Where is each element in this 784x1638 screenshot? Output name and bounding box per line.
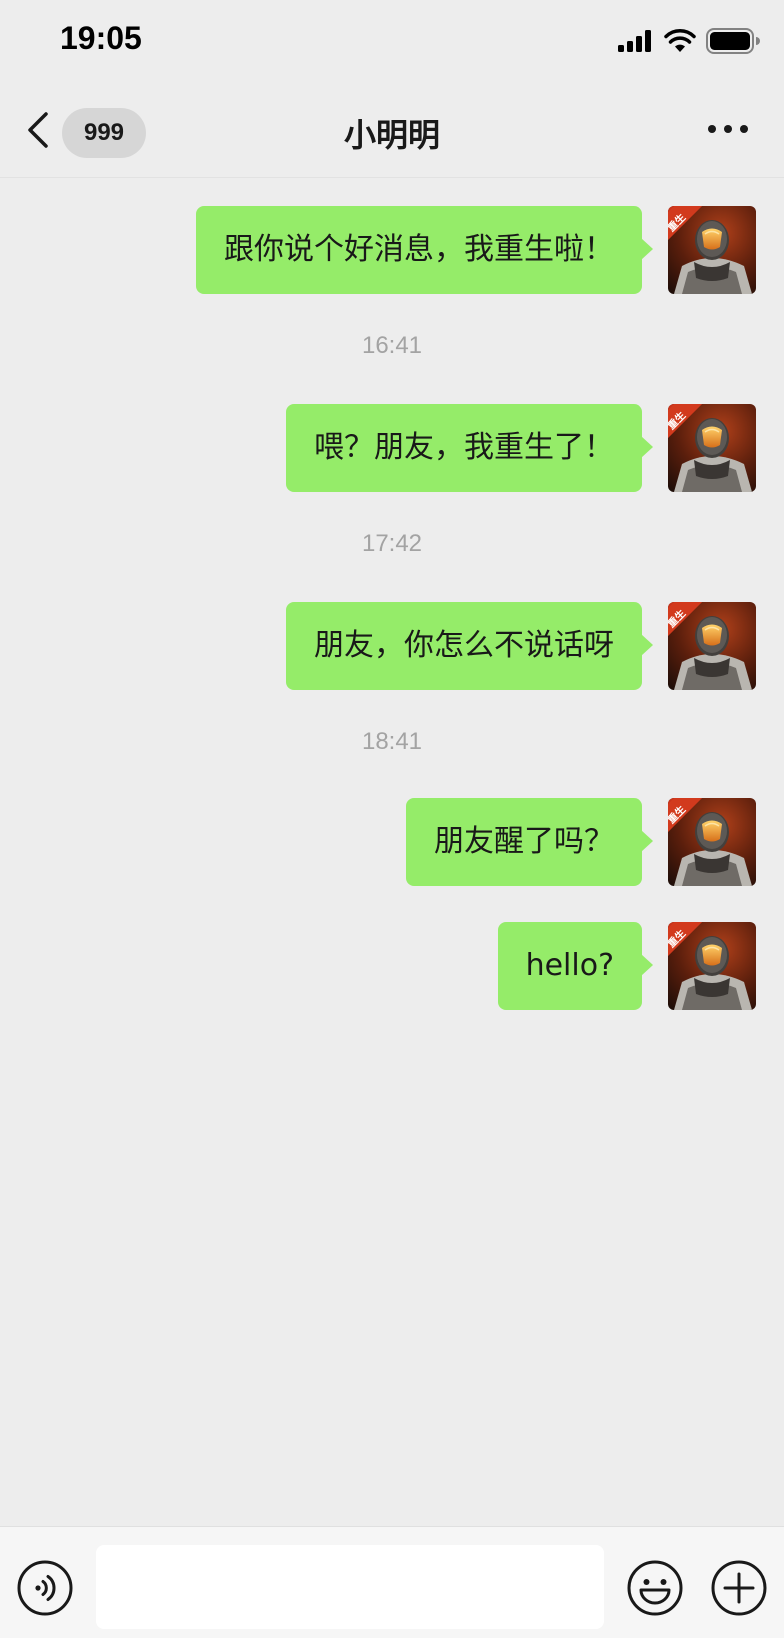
avatar[interactable]: 重生 [668,798,756,886]
avatar[interactable]: 重生 [668,922,756,1010]
armored-soldier-icon: 重生 [668,798,756,886]
voice-input-icon[interactable] [16,1559,74,1617]
status-icons [618,26,760,56]
message-input[interactable] [96,1545,604,1629]
status-bar: 19:05 [0,0,784,80]
message-row: 跟你说个好消息，我重生啦！ 重生 [196,206,756,294]
battery-icon [706,28,760,54]
chat-title: 小明明 [343,116,440,154]
wifi-icon [664,29,696,52]
signal-icon [618,30,651,52]
message-bubble[interactable]: 朋友醒了吗？ [406,798,653,886]
message-row: hello? 重生 [497,922,756,1010]
status-time: 19:05 [60,20,142,56]
back-chevron-icon[interactable] [20,108,56,152]
avatar[interactable]: 重生 [668,404,756,492]
chat-message-list[interactable]: 跟你说个好消息，我重生啦！ 重生 16:41 喂？朋友，我重生了！ 重生 17:… [0,178,784,1526]
message-timestamp: 17:42 [361,530,423,557]
armored-soldier-icon: 重生 [668,404,756,492]
armored-soldier-icon: 重生 [668,602,756,690]
message-row: 朋友，你怎么不说话呀 重生 [286,602,756,690]
emoji-icon[interactable] [626,1559,684,1617]
input-bar [0,1526,784,1638]
unread-count-badge[interactable]: 999 [62,108,146,158]
message-bubble[interactable]: 跟你说个好消息，我重生啦！ [196,206,653,294]
avatar[interactable]: 重生 [668,602,756,690]
chat-screen: 19:05 999 小明明 跟你说个好消息，我重生啦！ 重生 16:41 喂？朋… [0,0,784,1638]
message-bubble[interactable]: hello? [497,922,654,1010]
message-bubble[interactable]: 喂？朋友，我重生了！ [286,404,653,492]
avatar[interactable]: 重生 [668,206,756,294]
message-timestamp: 18:41 [361,728,423,755]
armored-soldier-icon: 重生 [668,922,756,1010]
message-row: 朋友醒了吗？ 重生 [406,798,756,886]
more-options-icon[interactable] [706,122,750,136]
nav-bar: 999 小明明 [0,80,784,178]
message-bubble[interactable]: 朋友，你怎么不说话呀 [286,602,653,690]
message-row: 喂？朋友，我重生了！ 重生 [286,404,756,492]
message-timestamp: 16:41 [361,332,423,359]
armored-soldier-icon: 重生 [668,206,756,294]
plus-icon[interactable] [710,1559,768,1617]
